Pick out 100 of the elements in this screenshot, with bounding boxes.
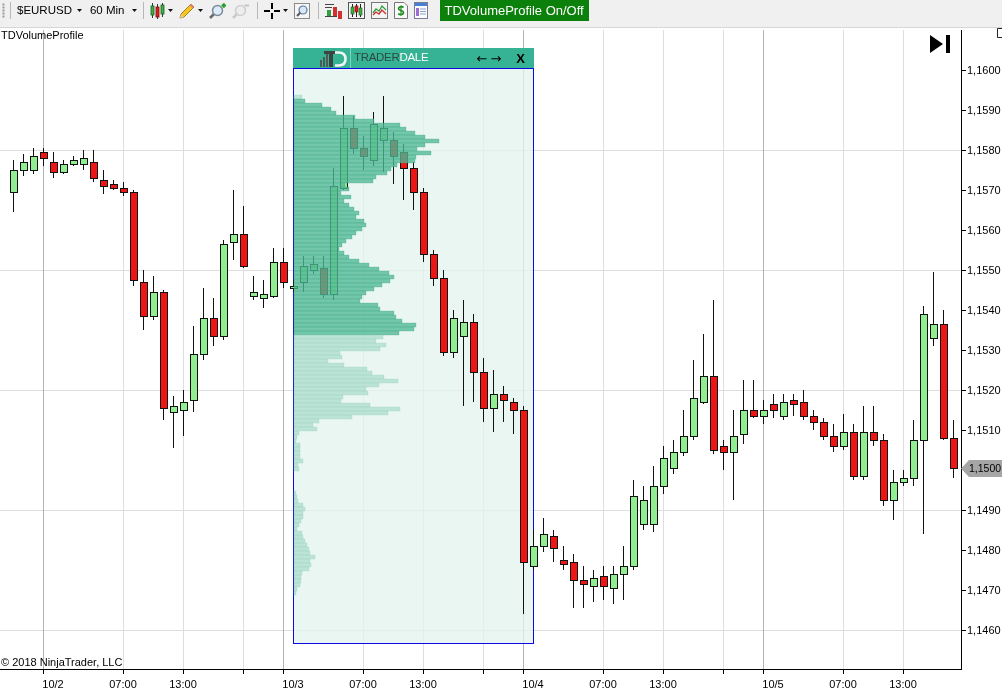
candlestick — [640, 485, 648, 531]
time-axis-label: 13:00 — [889, 678, 917, 690]
time-axis-label: 10/3 — [282, 678, 304, 690]
time-axis-label: 10/4 — [522, 678, 544, 690]
candlestick — [180, 389, 188, 437]
candlestick — [740, 379, 748, 445]
candlestick — [70, 155, 78, 167]
close-button[interactable]: X — [516, 51, 525, 65]
candlestick — [110, 179, 118, 191]
time-axis-label: 13:00 — [409, 678, 437, 690]
price-axis-label: 1,1590 — [967, 104, 1001, 116]
candlestick — [40, 147, 48, 167]
candlestick — [850, 423, 858, 481]
form-icon — [413, 2, 428, 19]
candlestick — [80, 149, 88, 171]
candlestick — [760, 399, 768, 425]
candlestick — [600, 565, 608, 601]
properties-button[interactable] — [411, 0, 430, 21]
candlestick — [240, 205, 248, 269]
candlestick — [280, 247, 288, 289]
caret-icon — [197, 9, 203, 12]
candlestick — [30, 147, 38, 175]
candlestick — [900, 469, 908, 487]
price-axis-label: 1,1570 — [967, 184, 1001, 196]
candlestick — [170, 395, 178, 449]
candlestick — [890, 469, 898, 521]
crosshair-button[interactable] — [261, 0, 290, 21]
candlestick — [20, 153, 28, 177]
candlestick — [560, 545, 568, 571]
time-axis-label: 13:00 — [169, 678, 197, 690]
price-axis-label: 1,1530 — [967, 344, 1001, 356]
candlestick — [800, 389, 808, 421]
candlestick — [910, 419, 918, 487]
price-axis-label: 1,1580 — [967, 144, 1001, 156]
candlestick — [530, 529, 538, 571]
indicator-toggle-button[interactable]: TDVolumeProfile On/Off — [439, 0, 589, 21]
candlestick — [680, 409, 688, 457]
price-axis-label: 1,1540 — [967, 304, 1001, 316]
zoom-out-icon — [231, 2, 249, 19]
candlestick — [100, 169, 108, 195]
candlestick — [270, 247, 278, 299]
line-chart-button[interactable] — [368, 0, 390, 21]
time-axis-label: 07:00 — [109, 678, 137, 690]
candlestick-icon — [149, 2, 165, 19]
time-axis-label: 13:00 — [649, 678, 677, 690]
magnifier-button[interactable] — [291, 0, 312, 21]
crosshair-icon — [263, 2, 280, 19]
candlestick — [140, 269, 148, 331]
candlestick — [810, 409, 818, 431]
candlestick-tool-button[interactable] — [147, 0, 175, 21]
brand-name: TRADERDALE — [354, 52, 429, 64]
candlestick — [700, 333, 708, 405]
time-axis-label: 07:00 — [589, 678, 617, 690]
candlestick — [120, 181, 128, 197]
candlestick — [550, 529, 558, 563]
caret-icon — [282, 9, 288, 12]
candlestick — [570, 553, 578, 609]
instrument-dropdown[interactable]: $EURUSD — [15, 0, 84, 21]
grip-icon — [2, 3, 5, 18]
caret-icon — [167, 9, 173, 12]
candlestick — [500, 385, 508, 423]
candlestick — [260, 279, 268, 309]
price-axis-label: 1,1600 — [967, 64, 1001, 76]
move-right-button[interactable]: → — [490, 51, 502, 65]
time-axis-label: 10/5 — [762, 678, 784, 690]
price-axis-label: 1,1520 — [967, 384, 1001, 396]
chart-style-button[interactable] — [345, 0, 367, 21]
candlestick — [150, 275, 158, 321]
candlestick — [450, 309, 458, 359]
candlestick — [590, 569, 598, 603]
candlestick — [90, 149, 98, 183]
candlestick — [540, 517, 548, 553]
candlestick — [720, 439, 728, 471]
candlestick — [480, 357, 488, 423]
move-left-button[interactable]: ← — [476, 51, 488, 65]
caret-icon — [131, 9, 137, 12]
pencil-icon — [178, 2, 195, 19]
candlestick — [870, 405, 878, 447]
price-axis-label: 1,1550 — [967, 264, 1001, 276]
price-axis-label: 1,1460 — [967, 624, 1001, 636]
time-axis-label: 07:00 — [349, 678, 377, 690]
candlestick — [750, 379, 758, 419]
candlestick — [250, 275, 258, 301]
candlestick — [830, 423, 838, 453]
candlestick — [210, 297, 218, 347]
candlestick — [10, 159, 18, 213]
logo-icon — [320, 49, 347, 67]
candlestick — [660, 445, 668, 495]
candlestick — [620, 545, 628, 601]
price-axis-label: 1,1560 — [967, 224, 1001, 236]
dollar-button[interactable] — [391, 0, 410, 21]
candlestick — [670, 439, 678, 475]
zoom-in-icon — [208, 2, 226, 19]
skip-to-end-icon[interactable] — [930, 35, 950, 53]
candlestick — [580, 565, 588, 609]
candlestick — [610, 565, 618, 605]
interval-dropdown[interactable]: 60 Min — [87, 0, 139, 21]
candlestick — [650, 465, 658, 533]
candlestick — [780, 393, 788, 421]
price-axis-label: 1,1480 — [967, 544, 1001, 556]
